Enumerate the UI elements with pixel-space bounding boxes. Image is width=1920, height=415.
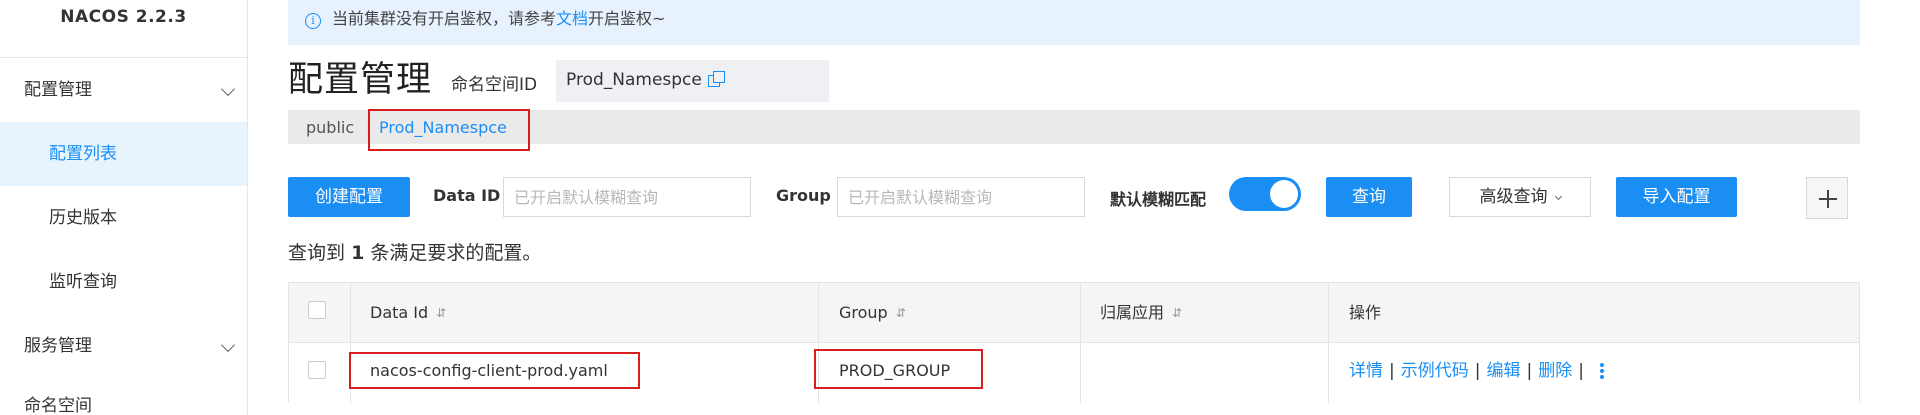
sort-icon[interactable]: ⇵	[1172, 303, 1182, 323]
menu-group-namespace[interactable]: 命名空间	[0, 378, 247, 415]
banner-doc-link[interactable]: 文档	[556, 9, 588, 28]
menu-group-label: 命名空间	[24, 396, 92, 415]
column-header-group[interactable]: Group ⇵	[839, 303, 906, 323]
data-id-input[interactable]	[503, 177, 751, 217]
advanced-search-button[interactable]: 高级查询	[1449, 177, 1591, 217]
sidebar-item-config-list[interactable]: 配置列表	[0, 122, 247, 186]
column-divider	[1328, 283, 1329, 403]
highlight-box-namespace-tab	[368, 109, 530, 151]
auth-warning-banner: i 当前集群没有开启鉴权，请参考文档开启鉴权~	[288, 0, 1860, 45]
banner-text-after: 开启鉴权~	[588, 9, 666, 28]
banner-text-before: 当前集群没有开启鉴权，请参考	[332, 9, 557, 28]
highlight-box-data-id	[349, 352, 640, 389]
row-checkbox[interactable]	[308, 361, 326, 379]
column-header-app[interactable]: 归属应用 ⇵	[1100, 303, 1182, 323]
group-input[interactable]	[837, 177, 1085, 217]
namespace-id-label: 命名空间ID	[451, 75, 538, 95]
sort-icon[interactable]: ⇵	[896, 303, 906, 323]
delete-link[interactable]: 删除	[1538, 361, 1572, 381]
create-config-button[interactable]: 创建配置	[288, 177, 410, 217]
chevron-down-icon	[220, 337, 236, 353]
column-header-actions: 操作	[1349, 303, 1382, 322]
highlight-box-group	[814, 349, 983, 389]
fuzzy-match-label: 默认模糊匹配	[1110, 190, 1207, 209]
menu-group-config[interactable]: 配置管理	[0, 58, 247, 122]
nacos-console: NACOS 2.2.3 配置管理 配置列表 历史版本 监听查询 服务管理 命名空…	[0, 0, 1920, 415]
result-prefix: 查询到	[288, 242, 346, 264]
column-label: 归属应用	[1100, 303, 1165, 322]
banner-text: 当前集群没有开启鉴权，请参考文档开启鉴权~	[332, 9, 665, 29]
group-label: Group	[776, 186, 831, 205]
action-separator: |	[1389, 361, 1395, 381]
info-icon: i	[305, 13, 321, 29]
sidebar-item-history[interactable]: 历史版本	[0, 186, 247, 250]
result-summary: 查询到 1 条满足要求的配置。	[288, 238, 541, 265]
import-config-button[interactable]: 导入配置	[1616, 177, 1737, 217]
sample-code-link[interactable]: 示例代码	[1401, 361, 1469, 381]
search-button[interactable]: 查询	[1326, 177, 1412, 217]
row-actions: 详情 | 示例代码 | 编辑 | 删除 |	[1349, 360, 1604, 382]
column-label: Data Id	[370, 303, 429, 322]
detail-link[interactable]: 详情	[1349, 361, 1383, 381]
more-vertical-icon[interactable]	[1599, 363, 1604, 379]
action-separator: |	[1474, 361, 1481, 381]
result-suffix: 条满足要求的配置。	[370, 242, 542, 264]
chevron-down-icon	[220, 81, 236, 97]
column-label: Group	[839, 303, 888, 322]
toggle-knob	[1270, 180, 1298, 208]
page-title: 配置管理	[288, 60, 433, 100]
edit-link[interactable]: 编辑	[1486, 361, 1520, 381]
chevron-down-icon	[1554, 192, 1562, 201]
fuzzy-match-toggle[interactable]	[1229, 177, 1301, 211]
plus-icon[interactable]	[1806, 177, 1848, 219]
sidebar: NACOS 2.2.3 配置管理 配置列表 历史版本 监听查询 服务管理 命名空…	[0, 0, 248, 415]
sidebar-item-listener[interactable]: 监听查询	[0, 250, 247, 314]
table-header: Data Id ⇵ Group ⇵ 归属应用 ⇵ 操作	[289, 283, 1859, 343]
namespace-id-box: Prod_Namespce	[556, 60, 829, 102]
copy-icon[interactable]	[707, 71, 725, 87]
column-divider	[1080, 283, 1081, 403]
action-separator: |	[1526, 361, 1533, 381]
namespace-id-value: Prod_Namespce	[566, 70, 702, 90]
namespace-tab-public[interactable]: public	[306, 118, 354, 138]
sort-icon[interactable]: ⇵	[436, 303, 446, 323]
result-count: 1	[351, 242, 365, 264]
data-id-label: Data ID	[433, 186, 501, 205]
brand-title: NACOS 2.2.3	[0, 0, 247, 58]
menu-group-service[interactable]: 服务管理	[0, 314, 247, 378]
column-header-data-id[interactable]: Data Id ⇵	[370, 303, 446, 323]
select-all-checkbox[interactable]	[308, 301, 326, 319]
menu-group-label: 服务管理	[24, 336, 92, 356]
action-separator: |	[1578, 361, 1584, 381]
advanced-search-label: 高级查询	[1479, 187, 1548, 207]
menu-group-label: 配置管理	[24, 80, 92, 100]
